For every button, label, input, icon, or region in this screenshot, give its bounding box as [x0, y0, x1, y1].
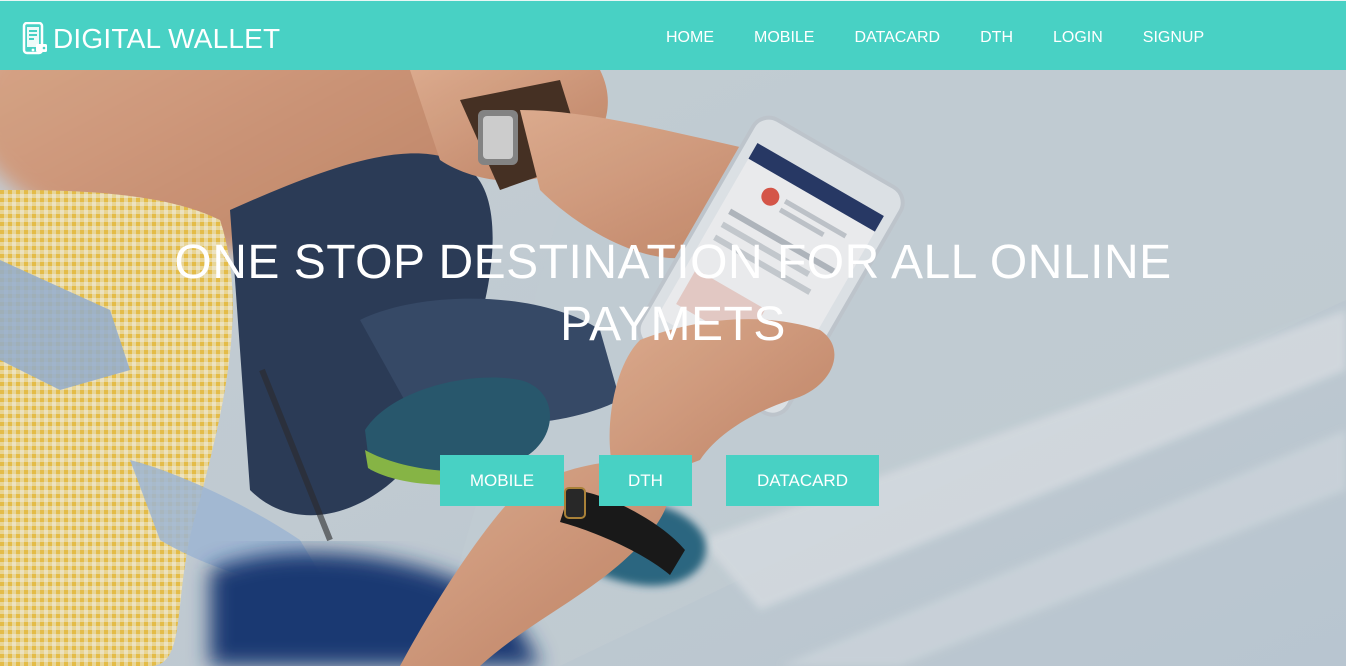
hero-button-group: MOBILE DTH DATACARD — [440, 455, 879, 506]
main-nav: HOME MOBILE DATACARD DTH LOGIN SIGNUP — [666, 29, 1244, 47]
brand-link[interactable]: DIGITAL WALLET — [22, 21, 280, 57]
mobile-wallet-icon — [22, 21, 48, 56]
hero-title: ONE STOP DESTINATION FOR ALL ONLINE PAYM… — [174, 236, 1172, 351]
nav-item-home: HOME — [666, 29, 714, 47]
page: DIGITAL WALLET HOME MOBILE DATACARD DTH … — [0, 0, 1346, 666]
nav-link-signup[interactable]: SIGNUP — [1143, 29, 1204, 46]
hero-section: ONE STOP DESTINATION FOR ALL ONLINE PAYM… — [0, 70, 1346, 666]
dth-button[interactable]: DTH — [599, 455, 692, 506]
brand-name: DIGITAL WALLET — [53, 23, 281, 54]
datacard-button[interactable]: DATACARD — [726, 455, 879, 506]
nav-link-dth[interactable]: DTH — [980, 29, 1013, 46]
nav-link-datacard[interactable]: DATACARD — [854, 29, 940, 46]
mobile-button[interactable]: MOBILE — [440, 455, 564, 506]
hero-background-image — [0, 70, 1346, 666]
nav-item-datacard: DATACARD — [854, 29, 940, 47]
nav-item-login: LOGIN — [1053, 29, 1103, 47]
nav-item-mobile: MOBILE — [754, 29, 814, 47]
nav-item-signup: SIGNUP — [1143, 29, 1204, 47]
nav-item-dth: DTH — [980, 29, 1013, 47]
nav-link-home[interactable]: HOME — [666, 29, 714, 46]
navbar: DIGITAL WALLET HOME MOBILE DATACARD DTH … — [0, 0, 1346, 70]
nav-link-login[interactable]: LOGIN — [1053, 29, 1103, 46]
nav-link-mobile[interactable]: MOBILE — [754, 29, 814, 46]
